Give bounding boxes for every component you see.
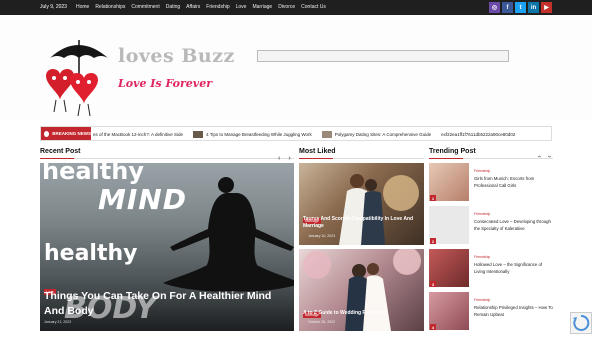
- prev-arrow-icon[interactable]: ‹: [278, 155, 280, 162]
- featured-post-title[interactable]: Things You Can Take On For A Healthier M…: [44, 289, 290, 319]
- recent-post-heading: Recent Post: [40, 148, 81, 155]
- trending-item[interactable]: 3 Friendship Hollowed Love – the Signifi…: [429, 249, 553, 289]
- main-nav: Home Relationships Commitment Dating Aff…: [76, 4, 326, 10]
- twitter-icon[interactable]: t: [515, 2, 526, 13]
- next-arrow-icon[interactable]: ›: [288, 155, 290, 162]
- social-links: ◎ f t in ▶: [489, 2, 552, 13]
- recent-post-divider: [40, 158, 294, 159]
- nav-home[interactable]: Home: [76, 4, 89, 10]
- nav-divorce[interactable]: Divorce: [278, 4, 295, 10]
- most-liked-card[interactable]: Marriage A to Z Guide to Wedding Plannin…: [299, 249, 424, 331]
- most-liked-divider: [299, 158, 424, 159]
- ticker-thumbnail: [193, 131, 204, 138]
- linkedin-icon[interactable]: in: [528, 2, 539, 13]
- nav-relationships[interactable]: Relationships: [95, 4, 125, 10]
- trending-divider: [429, 158, 553, 159]
- nav-dating[interactable]: Dating: [166, 4, 180, 10]
- recaptcha-badge[interactable]: [570, 312, 592, 334]
- recent-post-arrows: ‹ ›: [278, 155, 291, 162]
- top-bar: July 9, 2023 Home Relationships Commitme…: [0, 0, 592, 15]
- ticker-items: es of the MacBook 12-inch?: A definitive…: [93, 131, 515, 138]
- trending-arrows: ‹ ›: [536, 153, 553, 160]
- ticker-item[interactable]: exf22ea1ff1f7611db5222a90ce80d02: [441, 131, 515, 138]
- ticker-thumbnail: [321, 131, 332, 138]
- chevron-up-icon[interactable]: ‹: [536, 155, 543, 157]
- trending-post-heading: Trending Post: [429, 148, 476, 155]
- current-date: July 9, 2023: [40, 4, 67, 10]
- nav-affairs[interactable]: Affairs: [186, 4, 200, 10]
- ticker-item[interactable]: Polygamy Dating Sites: A Comprehensive G…: [321, 131, 431, 138]
- nav-commitment[interactable]: Commitment: [131, 4, 159, 10]
- facebook-icon[interactable]: f: [502, 2, 513, 13]
- site-header: loves Buzz Love Is Forever: [0, 15, 592, 120]
- chevron-down-icon[interactable]: ›: [546, 155, 553, 157]
- trending-item[interactable]: 1 Friendship Girls from Munich: Escorts …: [429, 163, 553, 203]
- nav-love[interactable]: Love: [236, 4, 247, 10]
- nav-friendship[interactable]: Friendship: [206, 4, 229, 10]
- logo-title[interactable]: loves Buzz: [118, 45, 235, 67]
- ticker-item[interactable]: 4 Tips to Manage Breastfeeding While Jug…: [193, 131, 312, 138]
- recaptcha-icon: [573, 314, 590, 331]
- nav-contact-us[interactable]: Contact Us: [301, 4, 326, 10]
- ad-banner[interactable]: [257, 50, 509, 62]
- couple-photo: [339, 174, 419, 245]
- breaking-news-label: BREAKING NEWS: [41, 127, 91, 140]
- logo-tagline: Love Is Forever: [118, 77, 212, 90]
- trending-item[interactable]: 4 Friendship Relationship Privileged Ins…: [429, 292, 553, 332]
- featured-post-date: January 21, 2023: [44, 320, 72, 324]
- instagram-icon[interactable]: ◎: [489, 2, 500, 13]
- nav-marriage[interactable]: Marriage: [252, 4, 272, 10]
- most-liked-card[interactable]: Marriage Taurus And Scorpio Compatibilit…: [299, 163, 424, 245]
- trending-item[interactable]: 2 Friendship Consecrated Love – Developi…: [429, 206, 553, 246]
- youtube-icon[interactable]: ▶: [541, 2, 552, 13]
- breaking-news-ticker: BREAKING NEWS es of the MacBook 12-inch?…: [40, 126, 552, 141]
- most-liked-heading: Most Liked: [299, 148, 336, 155]
- ticker-item[interactable]: es of the MacBook 12-inch?: A definitive…: [93, 131, 183, 138]
- breaking-news-icon: [44, 130, 50, 137]
